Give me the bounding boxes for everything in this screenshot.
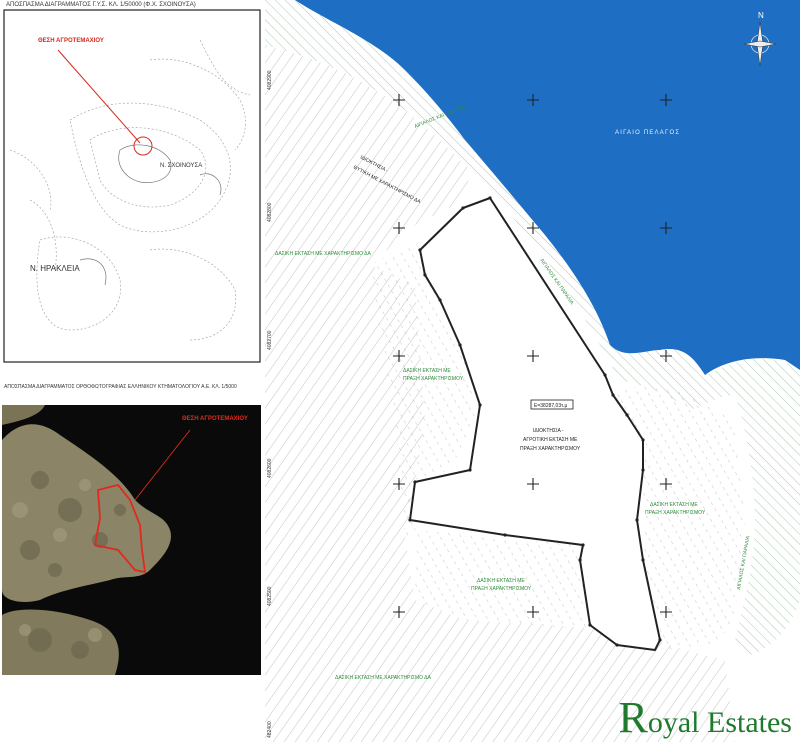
sea-label: ΑΙΓΑΙΟ ΠΕΛΑΓΟΣ [615, 130, 680, 136]
forest-praxi-label: ΔΑΣΙΚΗ ΕΚΤΑΣΗ ΜΕ [650, 502, 698, 508]
coord-label: 4082800 [267, 202, 273, 222]
topographic-site-label: ΘΕΣΗ ΑΓΡΟΤΕΜΑΧΙΟΥ [38, 38, 104, 44]
orthophoto-site-label: ΘΕΣΗ ΑΓΡΟΤΕΜΑΧΙΟΥ [182, 416, 248, 422]
royal-estates-logo: Royal Estates [619, 696, 793, 740]
cadastral-map: N 4082900 4082800 4082700 4082600 408250… [265, 0, 800, 742]
parcel-label: ΑΓΡΟΤΙΚΗ ΕΚΤΑΣΗ ΜΕ [523, 437, 578, 443]
forest-da-label: ΔΑΣΙΚΗ ΕΚΤΑΣΗ ΜΕ ΧΑΡΑΚΤΗΡΙΣΜΟ ΔΑ [335, 675, 431, 681]
topographic-inset-map [3, 9, 261, 363]
coord-label: 482400 [267, 721, 273, 738]
coord-label: 4082900 [267, 70, 273, 90]
island-label-schinousa: Ν. ΣΧΟΙΝΟΥΣΑ [160, 163, 203, 169]
island-label-irakleia: Ν. ΗΡΑΚΛΕΙΑ [30, 264, 80, 273]
parcel-label: ΠΡΑΞΗ ΧΑΡΑΚΤΗΡΙΣΜΟΥ [520, 446, 581, 452]
orthophoto-inset: ΑΠΟΣΠΑΣΜΑ ΔΙΑΓΡΑΜΜΑΤΟΣ ΟΡΘΟΦΩΤΟΓΡΑΦΙΑΣ Ε… [0, 384, 263, 680]
north-label: N [758, 11, 764, 20]
forest-praxi-label: ΔΑΣΙΚΗ ΕΚΤΑΣΗ ΜΕ [403, 368, 451, 374]
coord-label: 4082500 [267, 586, 273, 606]
orthophoto-image [2, 405, 261, 675]
coord-label: 4082700 [267, 330, 273, 350]
area-value: Ε=38287,03τ.μ [534, 403, 567, 409]
forest-praxi-label: ΠΡΑΞΗ ΧΑΡΑΚΤΗΡΙΣΜΟΥ [645, 510, 706, 516]
topographic-inset: ΑΠΟΣΠΑΣΜΑ ΔΙΑΓΡΑΜΜΑΤΟΣ Γ.Υ.Σ. ΚΛ. 1/5000… [0, 0, 263, 368]
coord-label: 4082600 [267, 458, 273, 478]
forest-praxi-label: ΠΡΑΞΗ ΧΑΡΑΚΤΗΡΙΣΜΟΥ [403, 376, 464, 382]
forest-praxi-label: ΔΑΣΙΚΗ ΕΚΤΑΣΗ ΜΕ [477, 578, 525, 584]
forest-praxi-label: ΠΡΑΞΗ ΧΑΡΑΚΤΗΡΙΣΜΟΥ [471, 586, 532, 592]
orthophoto-inset-caption: ΑΠΟΣΠΑΣΜΑ ΔΙΑΓΡΑΜΜΑΤΟΣ ΟΡΘΟΦΩΤΟΓΡΑΦΙΑΣ Ε… [4, 384, 237, 390]
logo-initial: R [618, 693, 648, 742]
cadastral-map-drawing: N 4082900 4082800 4082700 4082600 408250… [265, 0, 800, 742]
parcel-label: ΙΔΙΟΚΤΗΣΙΑ - [533, 428, 564, 434]
logo-text: oyal Estates [647, 706, 792, 739]
forest-da-label: ΔΑΣΙΚΗ ΕΚΤΑΣΗ ΜΕ ΧΑΡΑΚΤΗΡΙΣΜΟ ΔΑ [275, 251, 371, 257]
